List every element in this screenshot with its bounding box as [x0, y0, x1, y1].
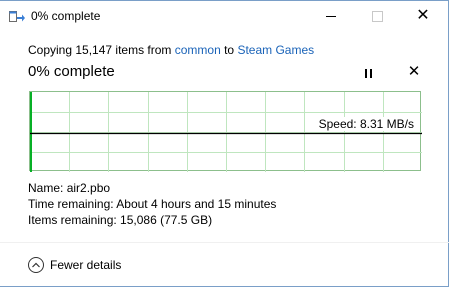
close-button[interactable]: ✕	[400, 1, 446, 31]
maximize-icon	[371, 10, 383, 22]
minimize-button[interactable]	[308, 1, 354, 31]
speed-graph-canvas	[30, 92, 422, 172]
copy-summary-middle: to	[220, 43, 238, 57]
name-value: air2.pbo	[66, 181, 111, 195]
pause-icon	[363, 68, 373, 78]
items-remaining-row: Items remaining: 15,086 (77.5 GB)	[28, 213, 212, 227]
fewer-details-label: Fewer details	[50, 258, 122, 272]
close-icon: ✕	[416, 7, 430, 24]
maximize-button[interactable]	[354, 1, 400, 31]
title-bar[interactable]: 0% complete ✕	[0, 1, 449, 31]
cancel-icon: ✕	[407, 63, 421, 80]
items-remaining-label: Items remaining:	[28, 213, 117, 227]
name-label: Name:	[28, 181, 64, 195]
fewer-details-button[interactable]: Fewer details	[28, 255, 121, 275]
window-title: 0% complete	[31, 9, 101, 23]
destination-folder-link[interactable]: Steam Games	[237, 43, 314, 57]
progress-fill	[30, 92, 32, 172]
file-copy-icon	[9, 10, 25, 24]
time-remaining-row: Time remaining: About 4 hours and 15 min…	[28, 197, 276, 211]
time-remaining-value: About 4 hours and 15 minutes	[116, 197, 277, 211]
minimize-icon	[326, 15, 336, 17]
speed-label: Speed: 8.31 MB/s	[316, 117, 414, 131]
name-row: Name: air2.pbo	[28, 181, 110, 195]
copy-summary-prefix: Copying 15,147 items from	[28, 43, 175, 57]
copy-dialog: 0% complete ✕ Copying 15,147 items from …	[0, 0, 449, 287]
pause-button[interactable]	[358, 63, 378, 83]
footer-divider	[0, 242, 449, 243]
cancel-button[interactable]: ✕	[404, 62, 424, 82]
time-remaining-label: Time remaining:	[28, 197, 114, 211]
copy-summary: Copying 15,147 items from common to Stea…	[28, 43, 314, 57]
progress-graph: Speed: 8.31 MB/s	[29, 91, 422, 172]
items-remaining-value: 15,086 (77.5 GB)	[120, 213, 213, 227]
progress-heading: 0% complete	[28, 63, 115, 80]
source-folder-link[interactable]: common	[175, 43, 221, 57]
chevron-up-icon	[28, 257, 44, 273]
